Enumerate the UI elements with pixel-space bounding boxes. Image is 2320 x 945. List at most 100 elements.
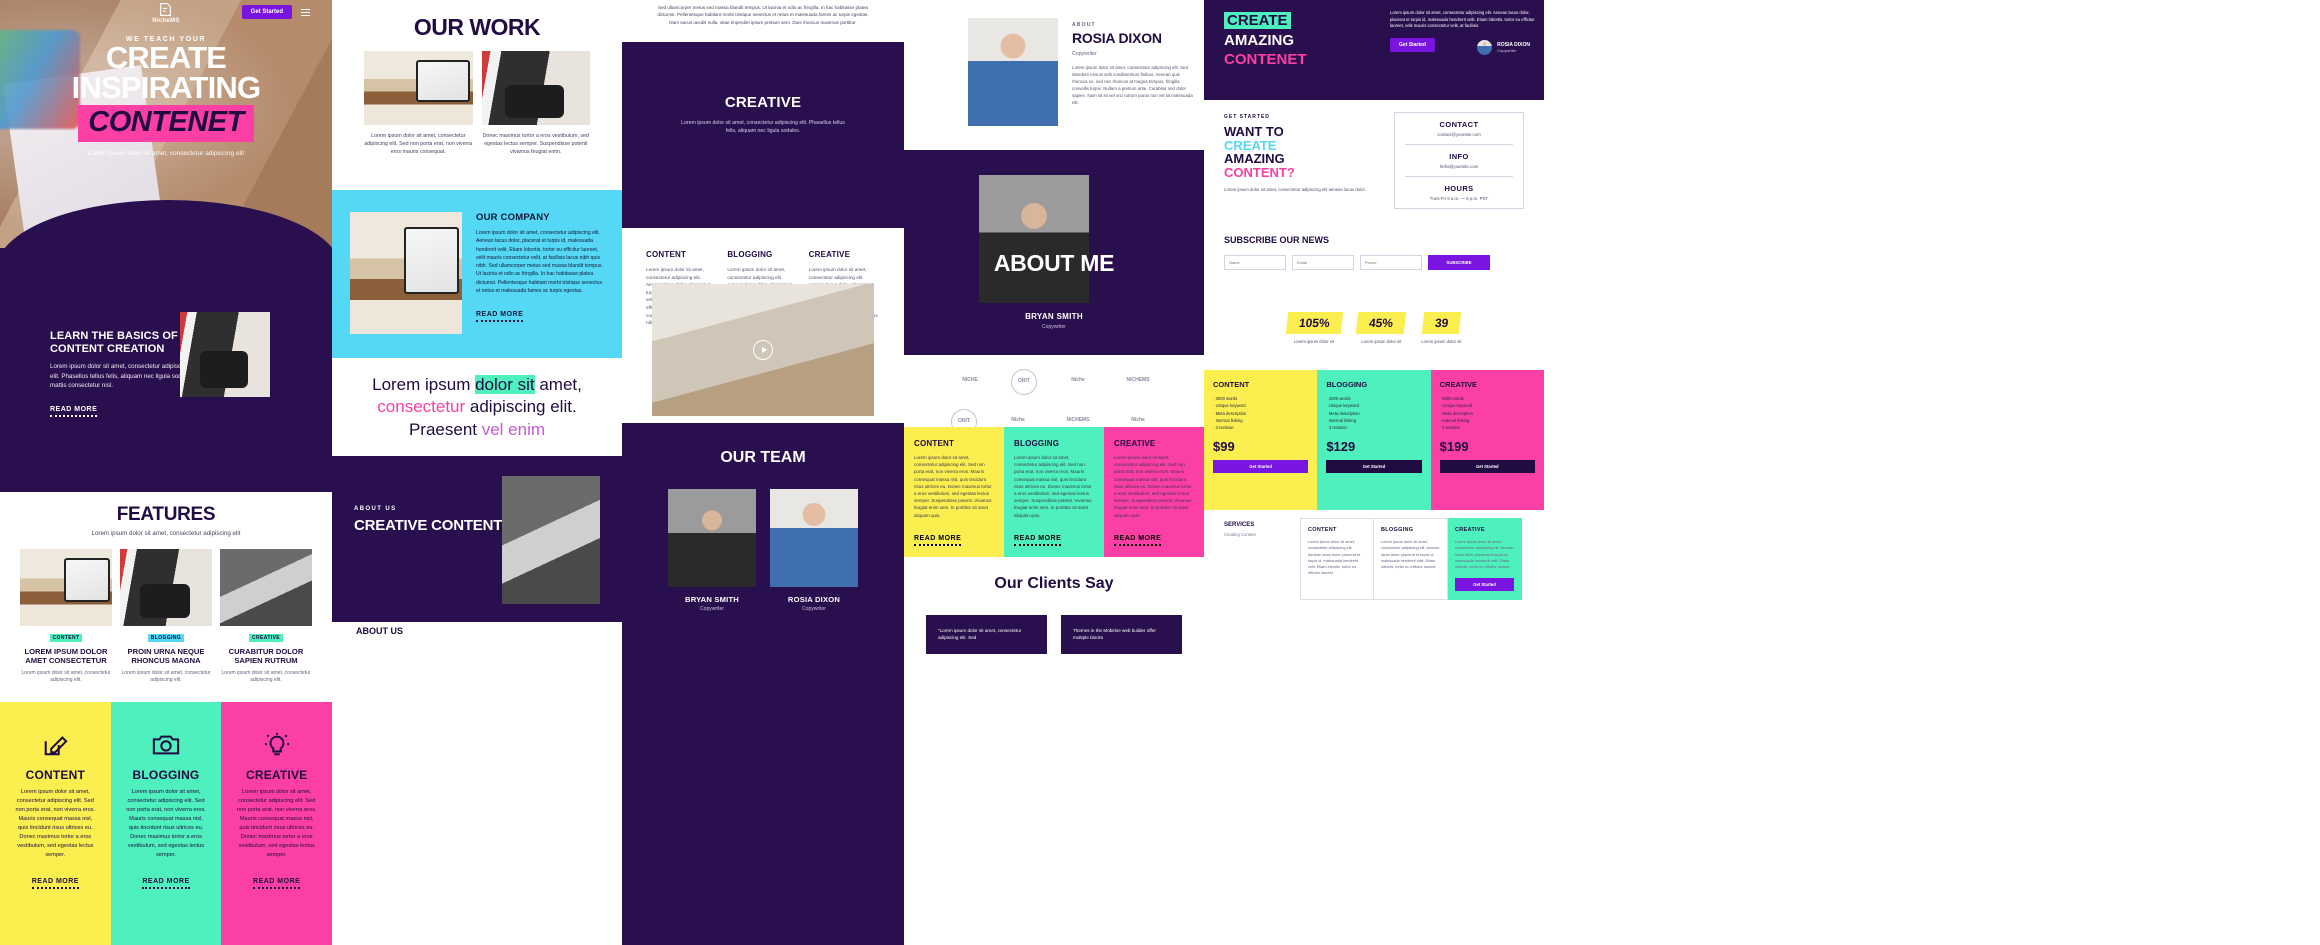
slide-intro-paragraph: Sed ullamcorper metus sed massa blandit … (622, 0, 904, 42)
services-column-body: Lorem ipsum dolor sit amet, consectetur … (1381, 540, 1440, 569)
feature-card[interactable]: CONTENT LOREM IPSUM DOLOR AMET CONSECTET… (20, 549, 112, 685)
want-body: Lorem ipsum dolor sit amet, consectetur … (1224, 186, 1366, 192)
get-started-button[interactable]: Get Started (241, 5, 292, 19)
our-work-caption: Lorem ipsum dolor sit amet, consectetur … (364, 133, 473, 156)
hamburger-menu-icon[interactable] (301, 9, 310, 18)
subscribe-phone-input[interactable] (1360, 255, 1422, 270)
quote-pink: consectetur (377, 397, 466, 417)
services-get-started-button[interactable]: Get Started (1455, 578, 1514, 592)
subscribe-name-input[interactable] (1224, 255, 1286, 270)
feature-card[interactable]: CREATIVE CURABITUR DOLOR SAPIEN RUTRUM L… (220, 549, 312, 685)
features-subtitle: Lorem ipsum dolor sit amet, consectetur … (91, 530, 241, 537)
feature-body: Lorem ipsum dolor sit amet, consectetur … (21, 669, 111, 684)
hero-line-2: INSPIRATING (71, 69, 262, 105)
team-member-name: BRYAN SMITH (685, 595, 739, 604)
column-title: CREATIVE (808, 250, 851, 259)
play-icon[interactable] (753, 340, 773, 360)
plan-feature: 4000 words (1326, 395, 1421, 402)
about-us-photo (502, 476, 600, 604)
pricing-blurb-title: CREATIVE (1114, 439, 1156, 448)
stat-value: 45% (1356, 312, 1407, 334)
about-me-photo (979, 175, 1089, 303)
intro-paragraph: Sed ullamcorper metus sed massa blandit … (657, 5, 869, 25)
plan-creative[interactable]: CREATIVE 6000 words Unique keyword Meta … (1430, 370, 1544, 510)
services-column-blogging[interactable]: BLOGGING Lorem ipsum dolor sit amet, con… (1374, 518, 1448, 601)
slide-about-me: ABOUT ME BRYAN SMITH Copywriter (904, 150, 1204, 355)
profile-name: ROSIA DIXON (1072, 30, 1162, 46)
team-member[interactable]: ROSIA DIXON Copywriter (770, 489, 858, 612)
pricing-blurb-read-more[interactable]: READ MORE (914, 535, 962, 546)
creative-banner-title: CREATIVE (724, 94, 802, 111)
pricing-blurb-read-more[interactable]: READ MORE (1114, 535, 1162, 546)
hero-line-3: CONTENET (88, 105, 244, 138)
video-thumbnail[interactable] (652, 284, 874, 416)
pricing-blurb-blogging[interactable]: BLOGGING Lorem ipsum dolor sit amet, con… (1004, 427, 1104, 557)
pricing-blurb-read-more[interactable]: READ MORE (1014, 535, 1062, 546)
plan-feature: Internal linking (1326, 417, 1421, 424)
client-quote: Themes in the Mobirise web builder offer… (1061, 615, 1182, 654)
slide-pricing-blurbs: CONTENT Lorem ipsum dolor sit amet, cons… (904, 427, 1204, 557)
our-company-photo (350, 212, 462, 334)
service-card-read-more[interactable]: READ MORE (142, 878, 190, 890)
service-card-content[interactable]: CONTENT Lorem ipsum dolor sit amet, cons… (0, 702, 111, 945)
subscribe-email-input[interactable] (1292, 255, 1354, 270)
learn-read-more[interactable]: READ MORE (50, 406, 98, 418)
service-card-title: CREATIVE (245, 768, 308, 782)
team-member-name: ROSIA DIXON (787, 595, 841, 604)
plan-content[interactable]: CONTENT 3000 words Unique keyword Meta d… (1204, 370, 1318, 510)
plan-feature: 5 revision (1440, 424, 1535, 431)
about-me-role: Copywriter (1042, 324, 1066, 330)
creative-banner-body: Lorem ipsum dolor sit amet, consectetur … (681, 120, 845, 135)
profile-role: Copywriter (1072, 50, 1097, 57)
client-logo-list: NICHE ORIT Niche NICHEMS ORIT Niche NICH… (904, 355, 1204, 435)
plan-blogging[interactable]: BLOGGING 4000 words Unique keyword Meta … (1317, 370, 1431, 510)
feature-tag: CONTENT (49, 634, 83, 642)
our-work-item[interactable]: Lorem ipsum dolor sit amet, consectetur … (364, 51, 473, 157)
services-column-creative[interactable]: CREATIVE Lorem ipsum dolor sit amet, con… (1448, 518, 1522, 601)
learn-body: Lorem ipsum dolor sit amet, consectetur … (50, 363, 195, 389)
plan-get-started-button[interactable]: Get Started (1439, 459, 1535, 473)
service-card-body: Lorem ipsum dolor sit amet, consectetur … (126, 789, 206, 859)
big-quote: Lorem ipsum dolor sit amet, consectetur … (372, 374, 582, 440)
team-member[interactable]: BRYAN SMITH Copywriter (668, 489, 756, 612)
plan-title: CONTENT (1213, 380, 1250, 389)
clients-say-title: Our Clients Say (994, 575, 1114, 592)
info-value[interactable]: hello@yoursite.com (1395, 164, 1523, 169)
promo-word-3: CONTENET (1224, 51, 1307, 68)
pricing-blurb-content[interactable]: CONTENT Lorem ipsum dolor sit amet, cons… (904, 427, 1004, 557)
service-card-read-more[interactable]: READ MORE (253, 878, 301, 890)
stat-caption: Lorem ipsum dolor sit (1421, 339, 1462, 344)
service-card-blogging[interactable]: BLOGGING Lorem ipsum dolor sit amet, con… (110, 702, 222, 945)
service-card-read-more[interactable]: READ MORE (31, 878, 79, 890)
services-column-content[interactable]: CONTENT Lorem ipsum dolor sit amet, cons… (1300, 518, 1374, 601)
contact-info-box: CONTACT contact@yoursite.com INFO hello@… (1394, 112, 1524, 209)
feature-title: CURABITUR DOLOR SAPIEN RUTRUM (228, 647, 304, 666)
subscribe-button[interactable]: SUBSCRIBE (1428, 255, 1490, 270)
stat-item: 105% Lorem ipsum dolor sit (1285, 312, 1343, 344)
plan-get-started-button[interactable]: Get Started (1326, 459, 1422, 473)
our-work-item[interactable]: Donec maximus tortor a eros vestibulum, … (481, 51, 590, 157)
feature-tag: BLOGGING (147, 634, 185, 642)
service-card-creative[interactable]: CREATIVE Lorem ipsum dolor sit amet, con… (221, 702, 332, 945)
plan-feature: 3000 words (1213, 395, 1308, 402)
feature-photo (220, 549, 312, 626)
quote-part-1: Lorem ipsum (372, 375, 476, 395)
promo-get-started-button[interactable]: Get Started (1390, 38, 1435, 53)
slide-pricing-plans: CONTENT 3000 words Unique keyword Meta d… (1204, 370, 1544, 510)
feature-photo (20, 549, 112, 626)
slide-service-cards: CONTENT Lorem ipsum dolor sit amet, cons… (0, 702, 332, 945)
plan-feature: Meta description (1326, 410, 1421, 417)
our-work-title: OUR WORK (413, 14, 541, 40)
logo[interactable]: NicheMS (152, 2, 179, 24)
contact-value[interactable]: contact@yoursite.com (1395, 132, 1523, 137)
our-company-read-more[interactable]: READ MORE (476, 311, 524, 322)
pencil-square-icon (14, 730, 97, 760)
stat-item: 39 Lorem ipsum dolor sit (1421, 312, 1461, 344)
pricing-blurb-body: Lorem ipsum dolor sit amet, consectetur … (1014, 455, 1092, 518)
feature-card[interactable]: BLOGGING PROIN URNA NEQUE RHONCUS MAGNA … (120, 549, 212, 685)
hero-subtitle: Lorem ipsum dolor sit amet, consectetur … (87, 149, 245, 157)
quote-part-3: adipiscing elit. (465, 397, 577, 417)
pricing-blurb-creative[interactable]: CREATIVE Lorem ipsum dolor sit amet, con… (1104, 427, 1204, 557)
features-title: FEATURES (116, 504, 216, 525)
plan-get-started-button[interactable]: Get Started (1213, 459, 1309, 473)
